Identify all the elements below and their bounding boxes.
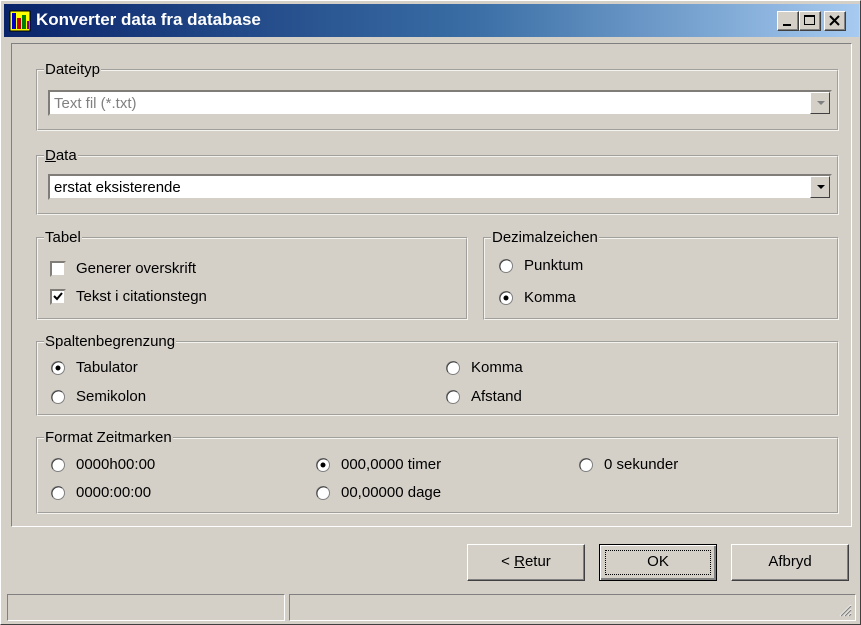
chevron-down-icon	[817, 185, 825, 189]
resize-grip-icon[interactable]	[838, 603, 852, 617]
ok-button[interactable]: OK	[599, 544, 717, 581]
delimiter-option-label: Tabulator	[76, 359, 138, 376]
data-value: erstat eksisterende	[54, 179, 181, 196]
chevron-down-icon	[817, 101, 825, 105]
decimal-group: Dezimalzeichen	[483, 230, 839, 320]
focus-rectangle	[605, 550, 711, 575]
radio-unselected-icon[interactable]	[315, 485, 331, 501]
checkbox-unchecked[interactable]	[50, 261, 66, 277]
maximize-button[interactable]	[799, 11, 821, 31]
radio-selected-icon[interactable]	[498, 290, 514, 306]
filetype-dropdown-button[interactable]	[810, 92, 830, 114]
time-format-option-label: 0000:00:00	[76, 484, 152, 501]
data-legend: Data	[45, 147, 77, 164]
close-icon	[829, 15, 840, 26]
radio-unselected-icon[interactable]	[445, 360, 461, 376]
time-format-option-label: 0000h00:00	[76, 456, 156, 473]
time-format-option-label: 000,0000 timer	[341, 456, 442, 473]
time-format-legend: Format Zeitmarken	[45, 429, 172, 446]
delimiter-option-label: Komma	[471, 359, 523, 376]
cancel-button-label: Afbryd	[768, 553, 812, 570]
delimiter-option-label: Semikolon	[76, 388, 147, 405]
radio-unselected-icon[interactable]	[578, 457, 594, 473]
back-button[interactable]: < Retur	[467, 544, 585, 581]
title-bar[interactable]: Konverter data fra database	[4, 4, 859, 37]
filetype-select[interactable]: Text fil (*.txt)	[48, 90, 832, 116]
quoted-text-label: Tekst i citationstegn	[76, 288, 207, 305]
time-format-option-label: 00,00000 dage	[341, 484, 442, 501]
generate-header-label: Generer overskrift	[76, 260, 197, 277]
content-panel: Dateityp Text fil (*.txt) Data erstat ek…	[11, 43, 852, 527]
checkmark-icon	[53, 292, 63, 301]
decimal-option-label: Komma	[524, 289, 576, 306]
radio-selected-icon[interactable]	[315, 457, 331, 473]
radio-unselected-icon[interactable]	[50, 485, 66, 501]
dialog-window: Konverter data fra database Dateityp Tex…	[0, 0, 861, 625]
data-dropdown-button[interactable]	[810, 176, 830, 198]
radio-unselected-icon[interactable]	[50, 389, 66, 405]
maximize-icon	[804, 15, 815, 25]
filetype-legend: Dateityp	[45, 61, 101, 78]
data-select[interactable]: erstat eksisterende	[48, 174, 832, 200]
radio-selected-icon[interactable]	[50, 360, 66, 376]
minimize-icon	[783, 24, 791, 26]
decimal-legend: Dezimalzeichen	[492, 229, 598, 246]
data-legend-rest: ata	[55, 147, 77, 164]
window-title: Konverter data fra database	[36, 10, 261, 29]
decimal-option-label: Punktum	[524, 257, 584, 274]
back-button-label: < Retur	[501, 553, 551, 570]
radio-unselected-icon[interactable]	[498, 258, 514, 274]
radio-unselected-icon[interactable]	[50, 457, 66, 473]
cancel-button[interactable]: Afbryd	[731, 544, 849, 581]
close-button[interactable]	[824, 11, 846, 31]
table-legend: Tabel	[45, 229, 81, 246]
status-bar-right	[289, 594, 856, 621]
delimiter-option-label: Afstand	[471, 388, 522, 405]
filetype-value: Text fil (*.txt)	[54, 95, 137, 112]
delimiter-group: Spaltenbegrenzung	[36, 334, 839, 416]
status-bar-left	[7, 594, 285, 621]
time-format-option-label: 0 sekunder	[604, 456, 679, 473]
checkbox-checked[interactable]	[50, 289, 66, 305]
delimiter-legend: Spaltenbegrenzung	[45, 333, 176, 350]
app-icon	[9, 10, 31, 32]
radio-unselected-icon[interactable]	[445, 389, 461, 405]
minimize-button[interactable]	[777, 11, 799, 31]
